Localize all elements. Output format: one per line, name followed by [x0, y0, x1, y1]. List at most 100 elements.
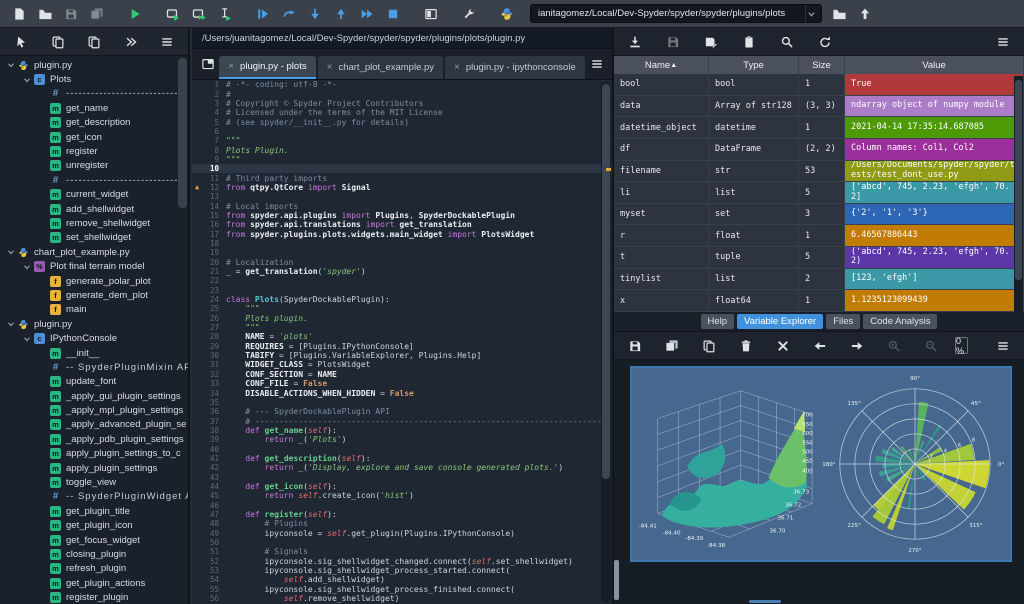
outline-item[interactable]: mregister	[0, 144, 188, 158]
code-line[interactable]: 38 def get_name(self):	[192, 426, 612, 435]
close-icon[interactable]: ×	[327, 62, 333, 73]
run-cell-icon[interactable]	[160, 3, 186, 25]
code-line[interactable]: 26 Plots plugin.	[192, 314, 612, 323]
column-header-value[interactable]: Value	[845, 56, 1024, 74]
save-plot-icon[interactable]	[622, 335, 648, 357]
code-line[interactable]: 16from spyder.api.translations import ge…	[192, 220, 612, 229]
outline-item[interactable]: mget_plugin_actions	[0, 576, 188, 590]
outline-item[interactable]: m_apply_advanced_plugin_se	[0, 418, 188, 432]
code-line[interactable]: 18	[192, 239, 612, 248]
outline-item[interactable]: fgenerate_polar_plot	[0, 274, 188, 288]
outline-item[interactable]: mtoggle_view	[0, 475, 188, 489]
cell-value[interactable]: ('abcd', 745, 2.23, 'efgh', 70.2)	[845, 247, 1024, 268]
outline-item[interactable]: mrefresh_plugin	[0, 562, 188, 576]
cell-value[interactable]: /Users/Documents/spyder/spyder/tests/tes…	[845, 161, 1024, 182]
code-line[interactable]: 49 ipyconsole = self.get_plugin(Plugins.…	[192, 529, 612, 538]
code-line[interactable]: 45 return self.create_icon('hist')	[192, 491, 612, 500]
code-line[interactable]: 8Plots Plugin.	[192, 145, 612, 154]
plots-vscrollbar-thumb[interactable]	[614, 560, 619, 600]
code-line[interactable]: 23	[192, 286, 612, 295]
code-line[interactable]: 27 """	[192, 323, 612, 332]
code-line[interactable]: 19	[192, 248, 612, 257]
table-scrollbar[interactable]	[1014, 76, 1023, 312]
column-header-type[interactable]: Type	[709, 56, 799, 74]
outline-item[interactable]: mapply_plugin_settings_to_c	[0, 447, 188, 461]
code-line[interactable]: 21_ = get_translation('spyder')	[192, 267, 612, 276]
code-line[interactable]: 4# Licensed under the terms of the MIT L…	[192, 108, 612, 117]
restore-original-tree-icon[interactable]	[118, 31, 144, 53]
code-line[interactable]: 29 REQUIRES = [Plugins.IPythonConsole]	[192, 342, 612, 351]
maximize-pane-icon[interactable]	[418, 3, 444, 25]
code-line[interactable]: 56 self.remove_shellwidget)	[192, 594, 612, 603]
next-plot-icon[interactable]	[844, 335, 870, 357]
options-menu-icon[interactable]	[154, 31, 180, 53]
code-line[interactable]: 12▲from qtpy.QtCore import Signal	[192, 183, 612, 192]
pane-tab-code-analysis[interactable]: Code Analysis	[863, 314, 937, 329]
table-scrollbar-thumb[interactable]	[1015, 80, 1022, 280]
browse-working-directory-icon[interactable]	[826, 3, 852, 25]
cell-value[interactable]: True	[845, 74, 1024, 95]
outline-scrollbar[interactable]	[178, 58, 187, 208]
outline-item[interactable]: mset_shellwidget	[0, 231, 188, 245]
code-line[interactable]: 17from spyder.plugins.plots.widgets.main…	[192, 230, 612, 239]
editor-options-icon[interactable]	[587, 53, 608, 75]
outline-item[interactable]: m_apply_gui_plugin_settings	[0, 389, 188, 403]
code-line[interactable]: 1# -*- coding: utf-8 -*-	[192, 80, 612, 89]
code-line[interactable]: 42 return _('Display, explore and save c…	[192, 463, 612, 472]
code-line[interactable]: 30 TABIFY = [Plugins.VariableExplorer, P…	[192, 351, 612, 360]
outline-item[interactable]: #---------------------------	[0, 173, 188, 187]
cell-value[interactable]: [123, 'efgh']	[845, 269, 1024, 290]
editor-scrollbar-thumb[interactable]	[602, 84, 610, 479]
outline-item[interactable]: plugin.py	[0, 317, 188, 331]
open-file-icon[interactable]	[32, 3, 58, 25]
editor-tab[interactable]: ×chart_plot_example.py	[318, 56, 443, 79]
table-row[interactable]: dfDataFrame(2, 2)Column names: Col1, Col…	[614, 139, 1024, 161]
close-icon[interactable]: ×	[228, 61, 234, 72]
cell-value[interactable]: 1.1235123099439	[845, 290, 1024, 311]
collapse-all-icon[interactable]	[45, 31, 71, 53]
preferences-icon[interactable]	[456, 3, 482, 25]
outline-item[interactable]: madd_shellwidget	[0, 202, 188, 216]
table-row[interactable]: lilist5['abcd', 745, 2.23, 'efgh', 70.2]	[614, 182, 1024, 204]
code-line[interactable]: 15from spyder.api.plugins import Plugins…	[192, 211, 612, 220]
code-line[interactable]: 14# Local imports	[192, 201, 612, 210]
figure[interactable]: 70065060055050045040036.7336.7236.7136.7…	[630, 366, 1012, 562]
run-file-icon[interactable]	[122, 3, 148, 25]
outline-item[interactable]: m_apply_pdb_plugin_settings	[0, 432, 188, 446]
chevron-down-icon[interactable]	[6, 247, 16, 257]
pane-tab-files[interactable]: Files	[826, 314, 860, 329]
code-line[interactable]: 40	[192, 444, 612, 453]
outline-item[interactable]: fgenerate_dem_plot	[0, 288, 188, 302]
step-into-icon[interactable]	[302, 3, 328, 25]
cell-value[interactable]: ['abcd', 745, 2.23, 'efgh', 70.2]	[845, 182, 1024, 203]
code-line[interactable]: 39 return _('Plots')	[192, 435, 612, 444]
debug-file-icon[interactable]	[250, 3, 276, 25]
outline-item[interactable]: mcurrent_widget	[0, 188, 188, 202]
search-variable-icon[interactable]	[774, 31, 800, 53]
code-line[interactable]: 35	[192, 398, 612, 407]
table-row[interactable]: rfloat16.46567886443	[614, 225, 1024, 247]
run-selection-icon[interactable]	[212, 3, 238, 25]
editor-tab[interactable]: ×plugin.py - plots	[219, 56, 315, 79]
outline-item[interactable]: mremove_shellwidget	[0, 216, 188, 230]
table-row[interactable]: ttuple5('abcd', 745, 2.23, 'efgh', 70.2)	[614, 247, 1024, 269]
plots-hscrollbar-thumb[interactable]	[749, 600, 781, 603]
outline-item[interactable]: m__init__	[0, 346, 188, 360]
close-icon[interactable]: ×	[454, 62, 460, 73]
outline-item[interactable]: #-- SpyderPluginWidget API	[0, 490, 188, 504]
code-line[interactable]: 7"""	[192, 136, 612, 145]
variable-explorer-options-icon[interactable]	[990, 31, 1016, 53]
plots-options-icon[interactable]	[990, 335, 1016, 357]
table-row[interactable]: tinylistlist2[123, 'efgh']	[614, 269, 1024, 291]
table-row[interactable]: mysetset3{'2', '1', '3'}	[614, 204, 1024, 226]
code-line[interactable]: 54 self.add_shellwidget)	[192, 575, 612, 584]
outline-item[interactable]: mget_icon	[0, 130, 188, 144]
outline-item[interactable]: cPlots	[0, 72, 188, 86]
outline-item[interactable]: chart_plot_example.py	[0, 245, 188, 259]
cell-value[interactable]: ndarray object of numpy module	[845, 96, 1024, 117]
continue-execution-icon[interactable]	[354, 3, 380, 25]
outline-item[interactable]: fmain	[0, 303, 188, 317]
outline-item[interactable]: %Plot final terrain model	[0, 259, 188, 273]
refresh-variables-icon[interactable]	[812, 31, 838, 53]
code-line[interactable]: 32 CONF_SECTION = NAME	[192, 370, 612, 379]
